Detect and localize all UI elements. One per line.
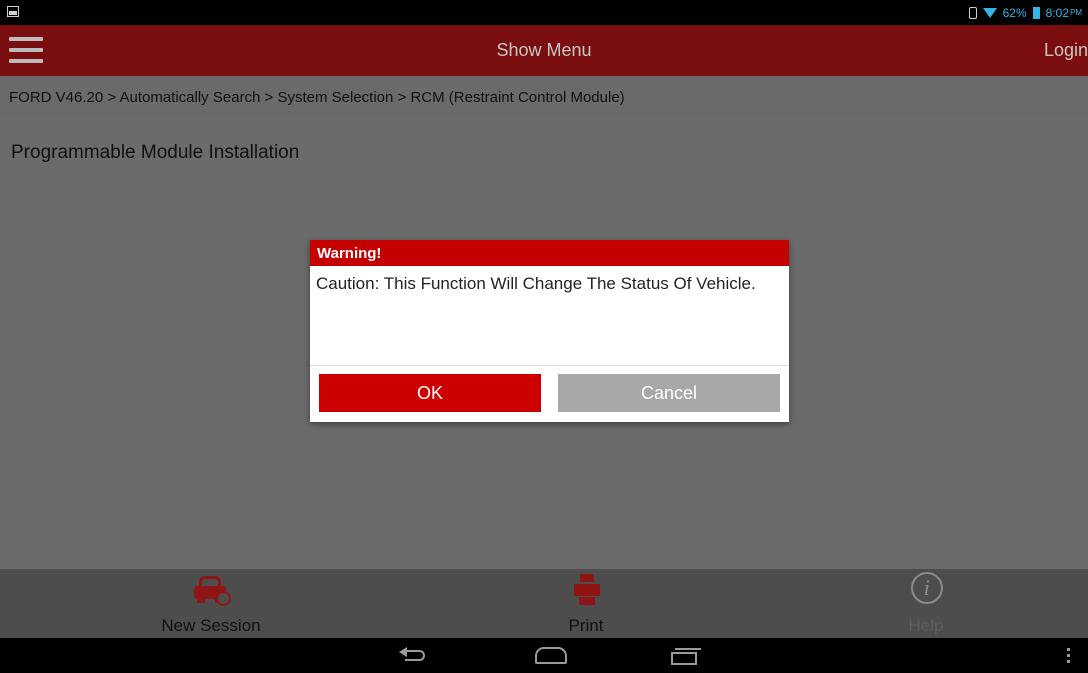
help-button[interactable]: i Help <box>806 569 1046 638</box>
recent-apps-icon[interactable] <box>671 648 701 665</box>
app-bar: Show Menu Login <box>0 25 1088 76</box>
battery-percent: 62% <box>1002 5 1027 20</box>
status-bar: 62% 8:02 PM <box>0 0 1088 25</box>
warning-dialog: Warning! Caution: This Function Will Cha… <box>310 240 789 422</box>
cancel-button[interactable]: Cancel <box>558 374 780 412</box>
new-session-label: New Session <box>161 616 261 635</box>
show-menu-title[interactable]: Show Menu <box>0 25 1088 76</box>
print-button[interactable]: Print <box>466 569 706 638</box>
gallery-notification-icon <box>7 6 19 17</box>
car-check-icon <box>193 575 231 606</box>
battery-icon <box>1032 6 1040 19</box>
dialog-title: Warning! <box>310 240 789 266</box>
bluetooth-icon <box>968 6 977 19</box>
home-icon[interactable] <box>535 647 567 664</box>
overflow-menu-icon[interactable] <box>1067 648 1071 664</box>
print-label: Print <box>568 616 604 635</box>
help-label: Help <box>908 616 944 635</box>
page-title: Programmable Module Installation <box>11 142 300 163</box>
login-button[interactable]: Login <box>1044 25 1088 76</box>
info-icon: i <box>911 572 943 604</box>
new-session-button[interactable]: New Session <box>91 569 331 638</box>
dialog-divider <box>310 365 789 366</box>
screen: 62% 8:02 PM Show Menu Login FORD V46.20 >… <box>0 0 1088 673</box>
back-icon[interactable] <box>399 647 429 665</box>
ok-button[interactable]: OK <box>319 374 541 412</box>
wifi-icon <box>982 7 997 18</box>
printer-icon <box>574 574 600 606</box>
dialog-message: Caution: This Function Will Change The S… <box>316 274 756 293</box>
bottom-toolbar: New Session Print i Help <box>0 569 1088 638</box>
system-nav-bar <box>0 638 1088 673</box>
status-indicators: 62% 8:02 PM <box>968 4 1082 21</box>
clock-time: 8:02 <box>1045 5 1069 20</box>
breadcrumb: FORD V46.20 > Automatically Search > Sys… <box>0 76 1088 116</box>
clock-ampm: PM <box>1070 8 1082 17</box>
